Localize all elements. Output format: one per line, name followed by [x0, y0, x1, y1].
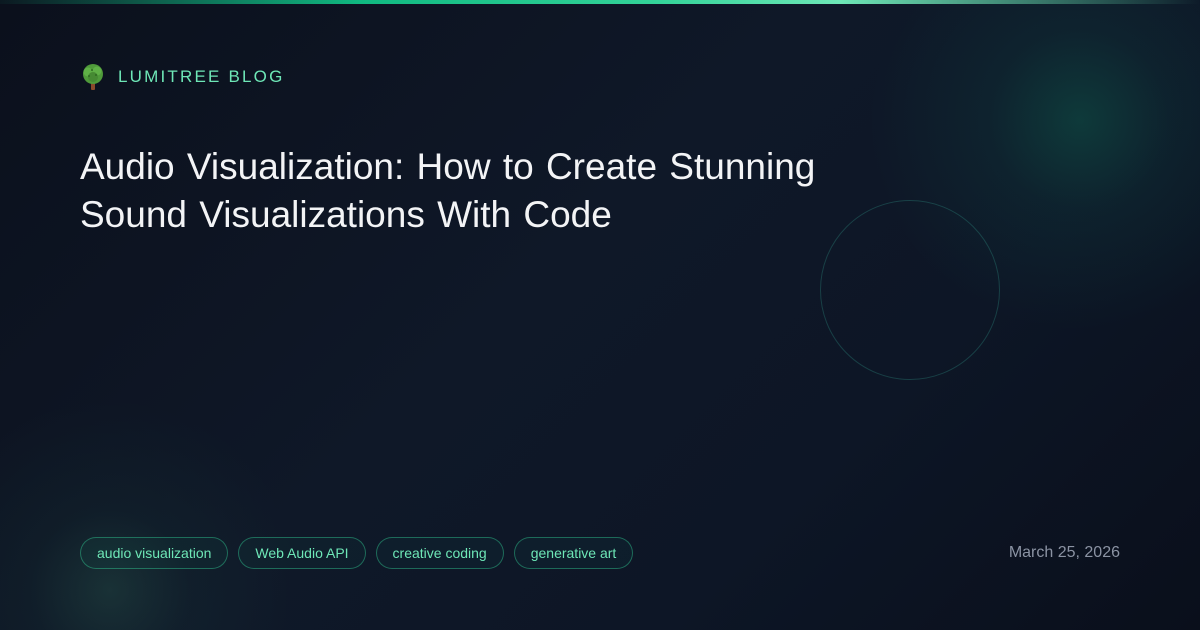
tag-list: audio visualization Web Audio API creati…	[80, 537, 634, 569]
og-card: LUMITREE BLOG Audio Visualization: How t…	[0, 0, 1200, 630]
tag-web-audio-api[interactable]: Web Audio API	[238, 537, 366, 569]
tag-creative-coding[interactable]: creative coding	[375, 537, 504, 569]
tree-icon	[83, 64, 103, 90]
top-accent-bar	[0, 0, 1200, 4]
brand-name: LUMITREE BLOG	[118, 67, 285, 86]
tag-generative-art[interactable]: generative art	[513, 537, 634, 569]
brand: LUMITREE BLOG	[80, 63, 285, 91]
article-title: Audio Visualization: How to Create Stunn…	[80, 146, 816, 235]
publish-date: March 25, 2026	[1008, 544, 1120, 561]
tag-audio-visualization[interactable]: audio visualization	[80, 537, 229, 569]
